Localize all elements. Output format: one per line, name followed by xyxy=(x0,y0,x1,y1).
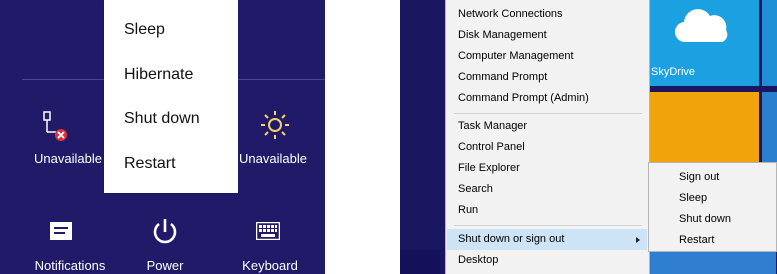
network-tile-label: Unavailable xyxy=(34,151,102,166)
submenu-item-sleep[interactable]: Sleep xyxy=(679,192,707,204)
brightness-tile-label: Unavailable xyxy=(239,151,307,166)
power-menu-item-restart[interactable]: Restart xyxy=(124,155,176,173)
menu-item-file-explorer[interactable]: File Explorer xyxy=(458,162,520,174)
menu-item-command-prompt-admin[interactable]: Command Prompt (Admin) xyxy=(458,92,589,104)
submenu-arrow-icon xyxy=(636,237,640,243)
menu-item-run[interactable]: Run xyxy=(458,204,478,216)
keyboard-tile-label: Keyboard xyxy=(242,258,298,273)
menu-separator xyxy=(454,225,642,226)
notifications-tile-label: Notifications xyxy=(34,258,106,273)
menu-item-disk-management[interactable]: Disk Management xyxy=(458,29,547,41)
power-options-menu: Sleep Hibernate Shut down Restart xyxy=(104,0,238,193)
network-unavailable-icon xyxy=(42,110,68,145)
keyboard-icon xyxy=(255,221,281,243)
submenu-item-restart[interactable]: Restart xyxy=(679,234,714,246)
power-menu-item-shut-down[interactable]: Shut down xyxy=(124,110,200,128)
submenu-item-sign-out[interactable]: Sign out xyxy=(679,171,719,183)
menu-item-desktop[interactable]: Desktop xyxy=(458,254,498,266)
menu-item-computer-management[interactable]: Computer Management xyxy=(458,50,574,62)
cloud-icon xyxy=(672,8,732,47)
shutdown-submenu: Sign out Sleep Shut down Restart xyxy=(648,162,777,252)
power-menu-item-sleep[interactable]: Sleep xyxy=(124,21,165,39)
skydrive-tile[interactable]: SkyDrive xyxy=(646,0,759,86)
menu-item-command-prompt[interactable]: Command Prompt xyxy=(458,71,547,83)
charms-settings-panel: Unavailable Unavailable Notifications Po… xyxy=(0,0,325,274)
start-tile[interactable] xyxy=(400,250,440,274)
brightness-icon xyxy=(260,110,290,143)
skydrive-tile-label: SkyDrive xyxy=(651,66,696,78)
menu-item-task-manager[interactable]: Task Manager xyxy=(458,120,527,132)
power-menu-item-hibernate[interactable]: Hibernate xyxy=(124,66,193,84)
menu-separator xyxy=(454,113,642,114)
start-tile[interactable] xyxy=(762,0,777,86)
menu-item-network-connections[interactable]: Network Connections xyxy=(458,8,563,20)
power-tile-label: Power xyxy=(146,258,184,273)
power-icon xyxy=(151,218,179,249)
menu-item-shut-down-or-sign-out[interactable]: Shut down or sign out xyxy=(458,233,564,245)
winx-power-user-menu: Network Connections Disk Management Comp… xyxy=(445,0,650,274)
notifications-icon xyxy=(50,222,72,243)
menu-item-control-panel[interactable]: Control Panel xyxy=(458,141,525,153)
menu-item-search[interactable]: Search xyxy=(458,183,493,195)
submenu-item-shut-down[interactable]: Shut down xyxy=(679,213,731,225)
